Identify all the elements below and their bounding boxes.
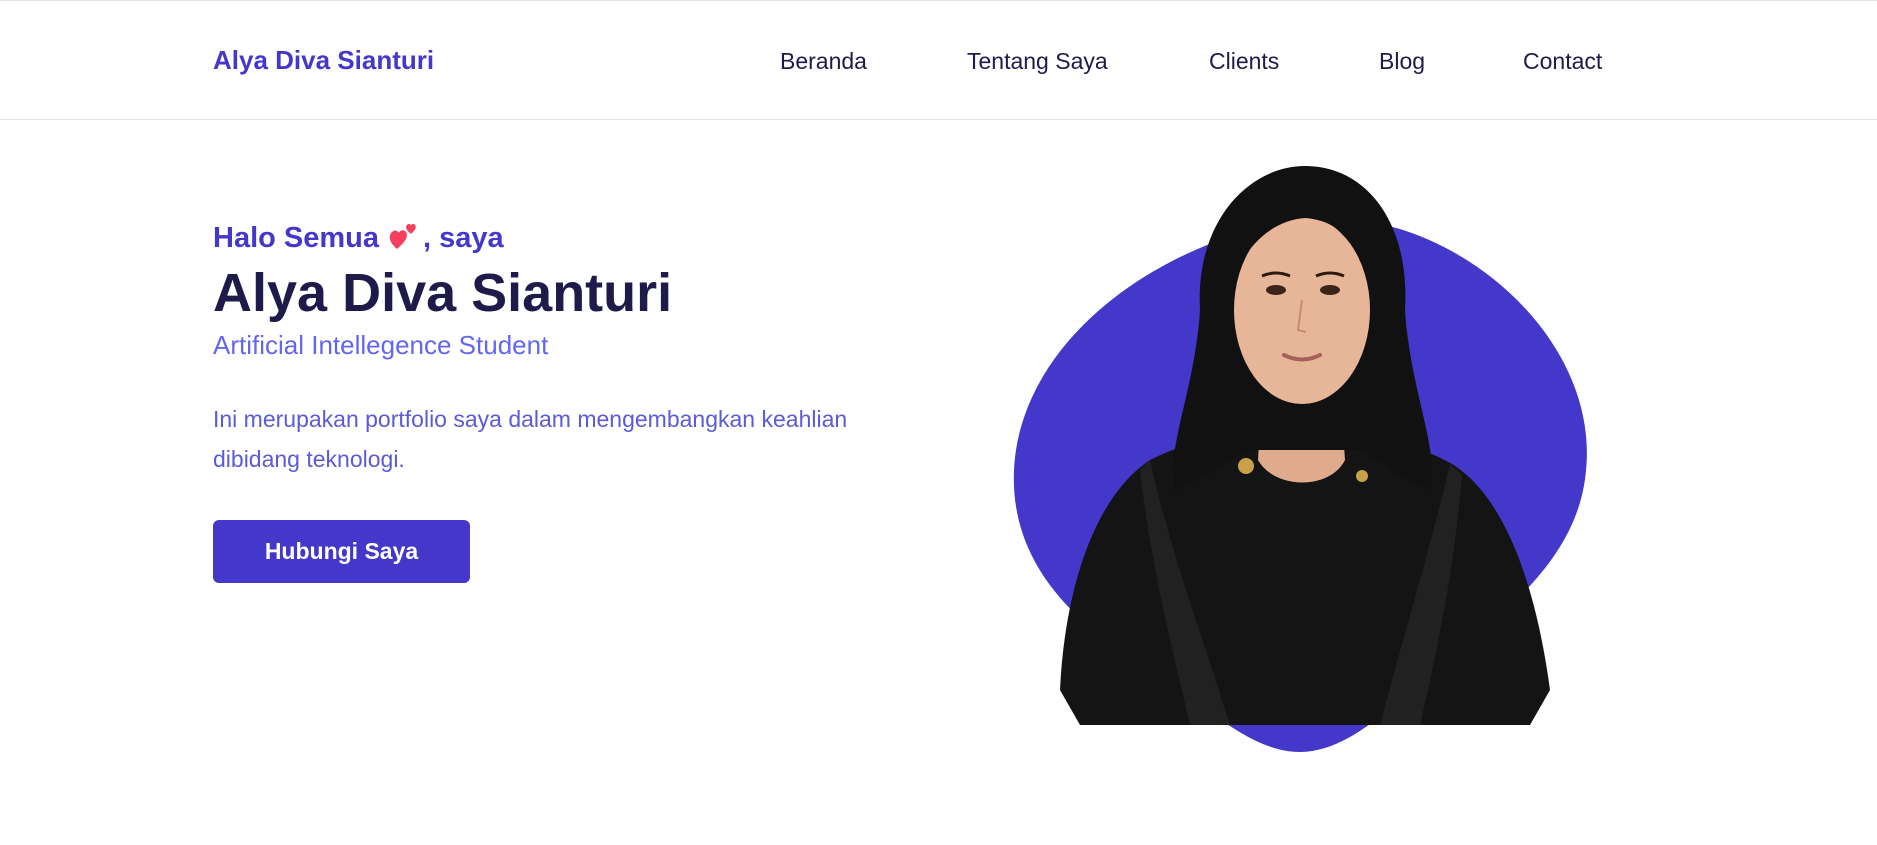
hero-name-heading: Alya Diva Sianturi bbox=[213, 263, 673, 323]
hero-role: Artificial Intellegence Student bbox=[213, 330, 549, 360]
greeting-prefix: Halo Semua bbox=[213, 222, 379, 254]
brand-logo-link[interactable]: Alya Diva Sianturi bbox=[213, 45, 434, 76]
nav-link-blog[interactable]: Blog bbox=[1379, 48, 1425, 75]
nav-link-contact[interactable]: Contact bbox=[1523, 48, 1602, 75]
nav-link-clients[interactable]: Clients bbox=[1209, 48, 1279, 75]
top-navbar: Alya Diva Sianturi Beranda Tentang Saya … bbox=[0, 0, 1877, 120]
nav-link-beranda[interactable]: Beranda bbox=[780, 48, 867, 75]
contact-me-button[interactable]: Hubungi Saya bbox=[213, 520, 470, 583]
two-hearts-icon bbox=[387, 219, 419, 259]
hero-greeting: Halo Semua , saya bbox=[213, 219, 504, 259]
nav-link-tentang-saya[interactable]: Tentang Saya bbox=[967, 48, 1108, 75]
hero-description: Ini merupakan portfolio saya dalam menge… bbox=[213, 406, 848, 472]
greeting-suffix: , saya bbox=[423, 222, 504, 254]
hero-portrait bbox=[1000, 160, 1600, 760]
